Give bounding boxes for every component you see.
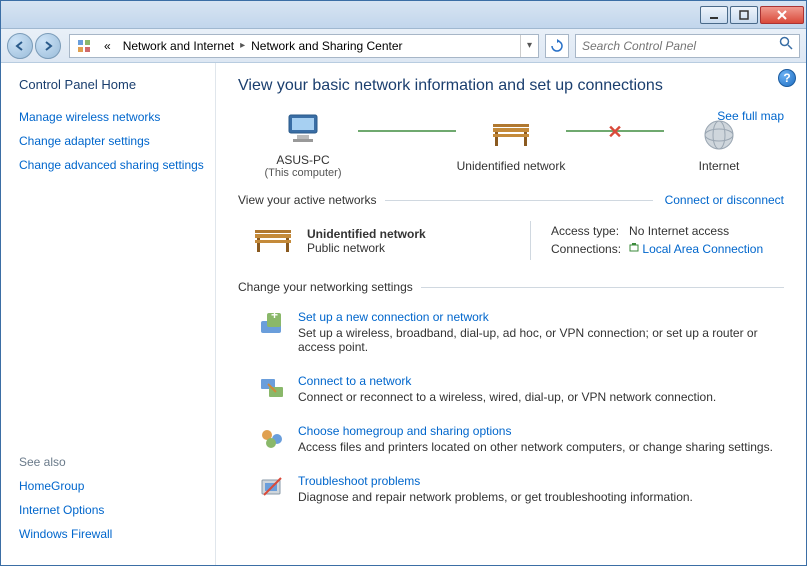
active-network-name: Unidentified network [307,227,426,241]
page-title: View your basic network information and … [238,77,784,95]
access-type-label: Access type: [551,223,627,239]
connection-link[interactable]: Local Area Connection [642,242,763,256]
sidebar-link-adapter-settings[interactable]: Change adapter settings [19,134,215,148]
sidebar-link-advanced-sharing[interactable]: Change advanced sharing settings [19,158,215,172]
troubleshoot-icon [258,474,286,502]
close-button[interactable] [760,6,804,24]
search-box[interactable] [575,34,800,58]
breadcrumb-seg-sharing-center[interactable]: Network and Sharing Center [245,35,408,57]
maximize-button[interactable] [730,6,758,24]
see-also-homegroup[interactable]: HomeGroup [19,479,215,493]
see-also-internet-options[interactable]: Internet Options [19,503,215,517]
change-settings-header: Change your networking settings [238,280,784,294]
window-frame: « Network and Internet ▸ Network and Sha… [0,0,807,566]
active-networks-header: View your active networks Connect or dis… [238,193,784,207]
breadcrumb-dropdown-button[interactable]: ▾ [520,35,538,57]
breadcrumb-prefix[interactable]: « [98,35,117,57]
setting-desc: Access files and printers located on oth… [298,440,773,454]
map-node1-sub: (This computer) [238,167,368,179]
map-link-2: ✕ [566,130,664,132]
computer-icon [238,109,368,149]
see-also-label: See also [19,455,215,469]
map-node-internet: Internet [654,115,784,173]
map-node-this-computer: ASUS-PC (This computer) [238,109,368,179]
see-also-section: See also HomeGroup Internet Options Wind… [19,455,215,551]
setting-title[interactable]: Choose homegroup and sharing options [298,424,773,438]
map-node1-label: ASUS-PC [238,153,368,167]
setting-desc: Diagnose and repair network problems, or… [298,490,693,504]
back-button[interactable] [7,33,33,59]
see-also-windows-firewall[interactable]: Windows Firewall [19,527,215,541]
navbar: « Network and Internet ▸ Network and Sha… [1,29,806,63]
active-networks-label: View your active networks [238,193,377,207]
setting-title[interactable]: Set up a new connection or network [298,310,784,324]
globe-icon [654,115,784,155]
map-node3-label: Internet [654,159,784,173]
map-node-unidentified: Unidentified network [446,115,576,173]
network-location-icon [74,36,94,56]
connect-disconnect-link[interactable]: Connect or disconnect [665,193,784,207]
connect-network-icon [258,374,286,402]
svg-text:+: + [271,311,278,322]
homegroup-icon [258,424,286,452]
public-network-icon [250,223,295,259]
change-settings-label: Change your networking settings [238,280,413,294]
breadcrumb-seg-network-internet[interactable]: Network and Internet [117,35,240,57]
active-network-row: Unidentified network Public network Acce… [238,215,784,266]
connection-broken-icon: ✕ [607,122,622,143]
search-icon[interactable] [779,36,793,55]
setting-item-setup-connection: + Set up a new connection or network Set… [238,302,784,366]
sidebar-link-manage-wireless[interactable]: Manage wireless networks [19,110,215,124]
access-type-value: No Internet access [629,223,769,239]
setting-desc: Connect or reconnect to a wireless, wire… [298,390,716,404]
forward-button[interactable] [35,33,61,59]
bench-icon [446,115,576,155]
map-link-1 [358,130,456,132]
active-network-type: Public network [307,241,426,255]
connections-label: Connections: [551,241,627,258]
setup-connection-icon: + [258,310,286,338]
refresh-button[interactable] [545,34,569,58]
main-panel: ? View your basic network information an… [216,63,806,565]
settings-list: + Set up a new connection or network Set… [238,302,784,516]
network-map: ASUS-PC (This computer) Unidentified net… [238,109,784,179]
setting-item-troubleshoot: Troubleshoot problems Diagnose and repai… [238,466,784,516]
setting-desc: Set up a wireless, broadband, dial-up, a… [298,326,784,354]
sidebar: Control Panel Home Manage wireless netwo… [1,63,216,565]
search-input[interactable] [582,39,779,53]
help-icon[interactable]: ? [778,69,796,87]
ethernet-icon [629,242,639,257]
control-panel-home-link[interactable]: Control Panel Home [19,77,215,92]
titlebar [1,1,806,29]
setting-title[interactable]: Troubleshoot problems [298,474,693,488]
setting-item-connect-network: Connect to a network Connect or reconnec… [238,366,784,416]
content-area: Control Panel Home Manage wireless netwo… [1,63,806,565]
setting-title[interactable]: Connect to a network [298,374,716,388]
map-node2-label: Unidentified network [446,159,576,173]
breadcrumb[interactable]: « Network and Internet ▸ Network and Sha… [69,34,539,58]
minimize-button[interactable] [700,6,728,24]
setting-item-homegroup: Choose homegroup and sharing options Acc… [238,416,784,466]
